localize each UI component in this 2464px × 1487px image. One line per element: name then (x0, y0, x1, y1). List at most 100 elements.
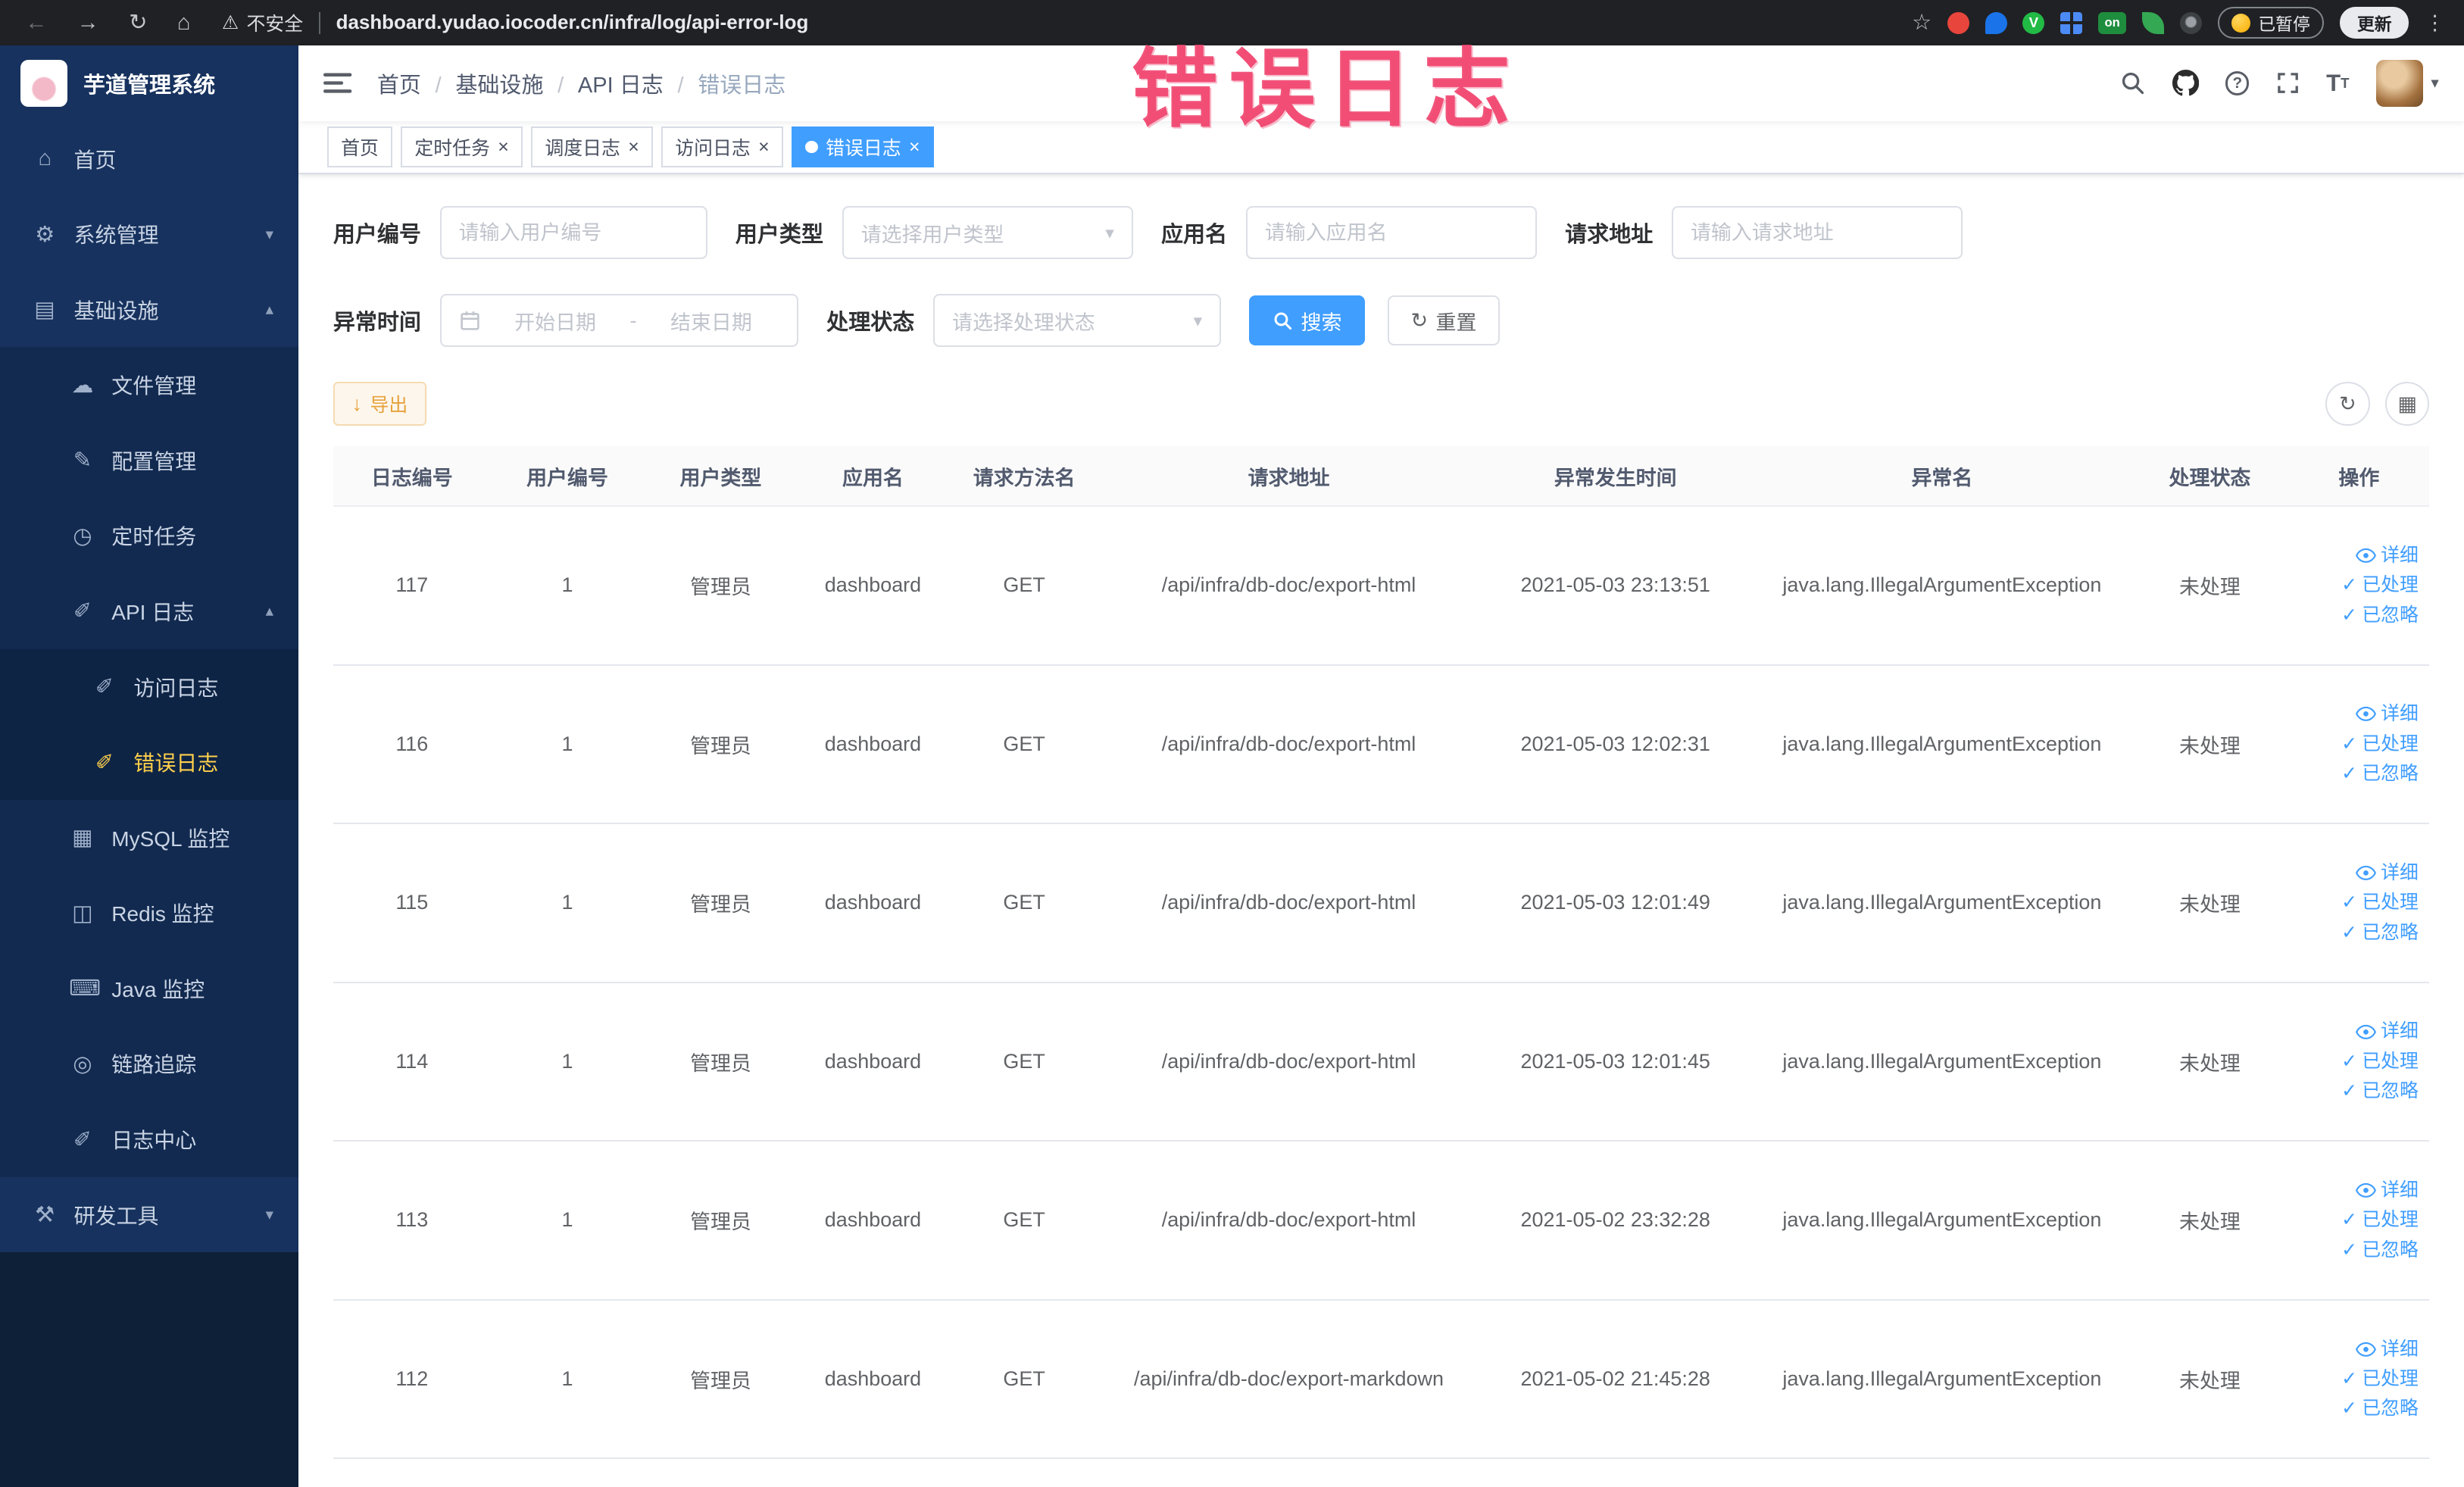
browser-chrome: ← → ↻ ⌂ ⚠ 不安全 dashboard.yudao.iocoder.cn… (0, 0, 2464, 46)
search-icon[interactable] (2120, 70, 2145, 95)
tab[interactable]: 访问日志 × (661, 127, 784, 167)
paused-extension-badge[interactable]: 已暂停 (2217, 7, 2325, 39)
sidebar-item[interactable]: 日志中心 (0, 1101, 299, 1177)
ignored-link[interactable]: ✓ 已忽略 (2341, 1082, 2419, 1101)
tab[interactable]: 错误日志 × (791, 127, 935, 167)
url-text[interactable]: dashboard.yudao.iocoder.cn/infra/log/api… (336, 12, 809, 34)
hamburger-icon[interactable] (323, 71, 352, 95)
processed-link[interactable]: ✓ 已处理 (2341, 576, 2419, 595)
help-icon[interactable]: ? (2225, 71, 2250, 95)
ignored-link[interactable]: ✓ 已忽略 (2341, 1240, 2419, 1260)
sidebar-item[interactable]: 定时任务 (0, 498, 299, 574)
avatar[interactable] (2375, 59, 2423, 108)
user-id-input[interactable] (458, 220, 689, 245)
sidebar-logo[interactable]: 芋道管理系统 (0, 45, 298, 121)
reset-button[interactable]: ↻ 重置 (1387, 295, 1501, 346)
sidebar-item[interactable]: 错误日志 (0, 724, 299, 800)
user-type-placeholder: 请选择用户类型 (860, 223, 1004, 246)
sidebar-item[interactable]: 研发工具 (0, 1177, 298, 1253)
processed-link[interactable]: ✓ 已处理 (2341, 1051, 2419, 1071)
back-icon[interactable]: ← (25, 11, 47, 34)
processed-link[interactable]: ✓ 已处理 (2341, 1211, 2419, 1229)
tab-close-icon[interactable]: × (628, 137, 639, 157)
sidebar-item[interactable]: API 日志 (0, 573, 299, 649)
processed-link[interactable]: ✓ 已处理 (2341, 893, 2419, 912)
update-button[interactable]: 更新 (2340, 7, 2409, 39)
sidebar-item[interactable]: 配置管理 (0, 423, 299, 498)
breadcrumb-item[interactable]: 基础设施 (421, 67, 543, 99)
exception-name-cell: java.lang.IllegalArgumentException (1753, 1299, 2131, 1460)
extension-icon-grid[interactable] (2060, 11, 2083, 34)
request-url-input[interactable] (1690, 220, 1944, 245)
extension-icon-red[interactable] (1947, 11, 1969, 34)
ignored-link[interactable]: ✓ 已忽略 (2341, 923, 2419, 942)
forward-icon[interactable]: → (77, 11, 99, 34)
ignored-link[interactable]: ✓ 已忽略 (2341, 764, 2419, 783)
menu-kebab-icon[interactable]: ⋮ (2425, 12, 2445, 33)
sidebar-item[interactable]: 基础设施 (0, 272, 298, 348)
process-status-select[interactable]: 请选择处理状态 ▾ (933, 293, 1221, 348)
detail-link[interactable]: 详细 (2355, 863, 2419, 883)
bookmark-star-icon[interactable]: ☆ (1912, 11, 1932, 34)
search-button[interactable]: 搜索 (1249, 295, 1366, 346)
sidebar-item[interactable]: 首页 (0, 121, 298, 197)
detail-link[interactable]: 详细 (2355, 1339, 2419, 1359)
tab[interactable]: 定时任务 × (400, 127, 523, 167)
refresh-table-button[interactable]: ↻ (2325, 382, 2370, 426)
detail-link[interactable]: 详细 (2355, 545, 2419, 565)
sidebar-item[interactable]: 系统管理 (0, 196, 298, 272)
extension-icon-on[interactable]: on (2097, 11, 2127, 34)
processed-link[interactable]: ✓ 已处理 (2341, 734, 2419, 754)
sidebar-item-label: 日志中心 (111, 1129, 197, 1153)
sidebar-item-icon (69, 523, 95, 549)
extension-icon-leaf[interactable] (2141, 11, 2164, 34)
extension-icon-vue[interactable]: V (2022, 11, 2045, 34)
tags-bar: 首页 定时任务 × 调度日志 × 访问日志 × 错误日志 × (298, 120, 2464, 175)
paused-label: 已暂停 (2258, 14, 2310, 34)
breadcrumb-item[interactable]: API 日志 (543, 67, 664, 99)
sidebar-item[interactable]: 文件管理 (0, 347, 299, 423)
app-name-input[interactable] (1264, 220, 1518, 245)
github-icon[interactable] (2172, 70, 2200, 96)
sidebar-item[interactable]: Java 监控 (0, 951, 299, 1026)
detail-link[interactable]: 详细 (2355, 1181, 2419, 1200)
check-icon: ✓ (2341, 921, 2357, 943)
column-settings-button[interactable]: ▦ (2385, 382, 2430, 426)
fullscreen-icon[interactable] (2276, 71, 2300, 95)
sidebar-item-label: 配置管理 (111, 449, 197, 473)
export-button[interactable]: ↓ 导出 (333, 382, 427, 426)
tab-close-icon[interactable]: × (498, 137, 509, 157)
security-indicator[interactable]: ⚠ 不安全 (222, 9, 303, 36)
sidebar-item[interactable]: 链路追踪 (0, 1026, 299, 1102)
user-menu[interactable]: ▾ (2375, 59, 2439, 108)
user-type-select[interactable]: 请选择用户类型 ▾ (842, 205, 1133, 260)
address-bar[interactable]: ⚠ 不安全 dashboard.yudao.iocoder.cn/infra/l… (222, 9, 1912, 36)
processed-link[interactable]: ✓ 已处理 (2341, 1369, 2419, 1389)
sidebar-item[interactable]: MySQL 监控 (0, 799, 299, 876)
end-date-placeholder[interactable]: 结束日期 (643, 306, 779, 336)
extension-icon-drop[interactable] (1985, 11, 2007, 34)
start-date-placeholder[interactable]: 开始日期 (487, 306, 623, 336)
tab[interactable]: 首页 (326, 127, 393, 167)
extension-icon-dark[interactable] (2179, 11, 2202, 34)
sidebar-item[interactable]: 访问日志 (0, 648, 299, 725)
detail-link[interactable]: 详细 (2355, 1022, 2419, 1041)
exception-time-range-picker[interactable]: 开始日期 - 结束日期 (439, 293, 798, 348)
table-header-cell: 日志编号 (333, 446, 491, 507)
browser-home-icon[interactable]: ⌂ (177, 11, 191, 34)
error-log-table: 日志编号 用户编号 用户类型 应用名 请求方法名 请求地址 异常发生时间 异常名 处理状态 操作 … (333, 446, 2430, 1460)
sidebar-item[interactable]: Redis 监控 (0, 875, 299, 951)
user-type-cell: 管理员 (644, 823, 798, 983)
ignored-link[interactable]: ✓ 已忽略 (2341, 605, 2419, 625)
font-size-icon[interactable]: TT (2326, 71, 2349, 95)
breadcrumb-item[interactable]: 首页 (377, 67, 421, 99)
tab[interactable]: 调度日志 × (530, 127, 654, 167)
tab-close-icon[interactable]: × (758, 137, 770, 157)
ignored-link[interactable]: ✓ 已忽略 (2341, 1399, 2419, 1418)
user-id-cell: 1 (490, 823, 645, 983)
detail-link[interactable]: 详细 (2355, 704, 2419, 723)
reload-icon[interactable]: ↻ (129, 11, 147, 34)
breadcrumb-item[interactable]: 错误日志 (664, 67, 785, 99)
tab-close-icon[interactable]: × (909, 137, 920, 157)
log-id-cell: 112 (333, 1299, 491, 1460)
